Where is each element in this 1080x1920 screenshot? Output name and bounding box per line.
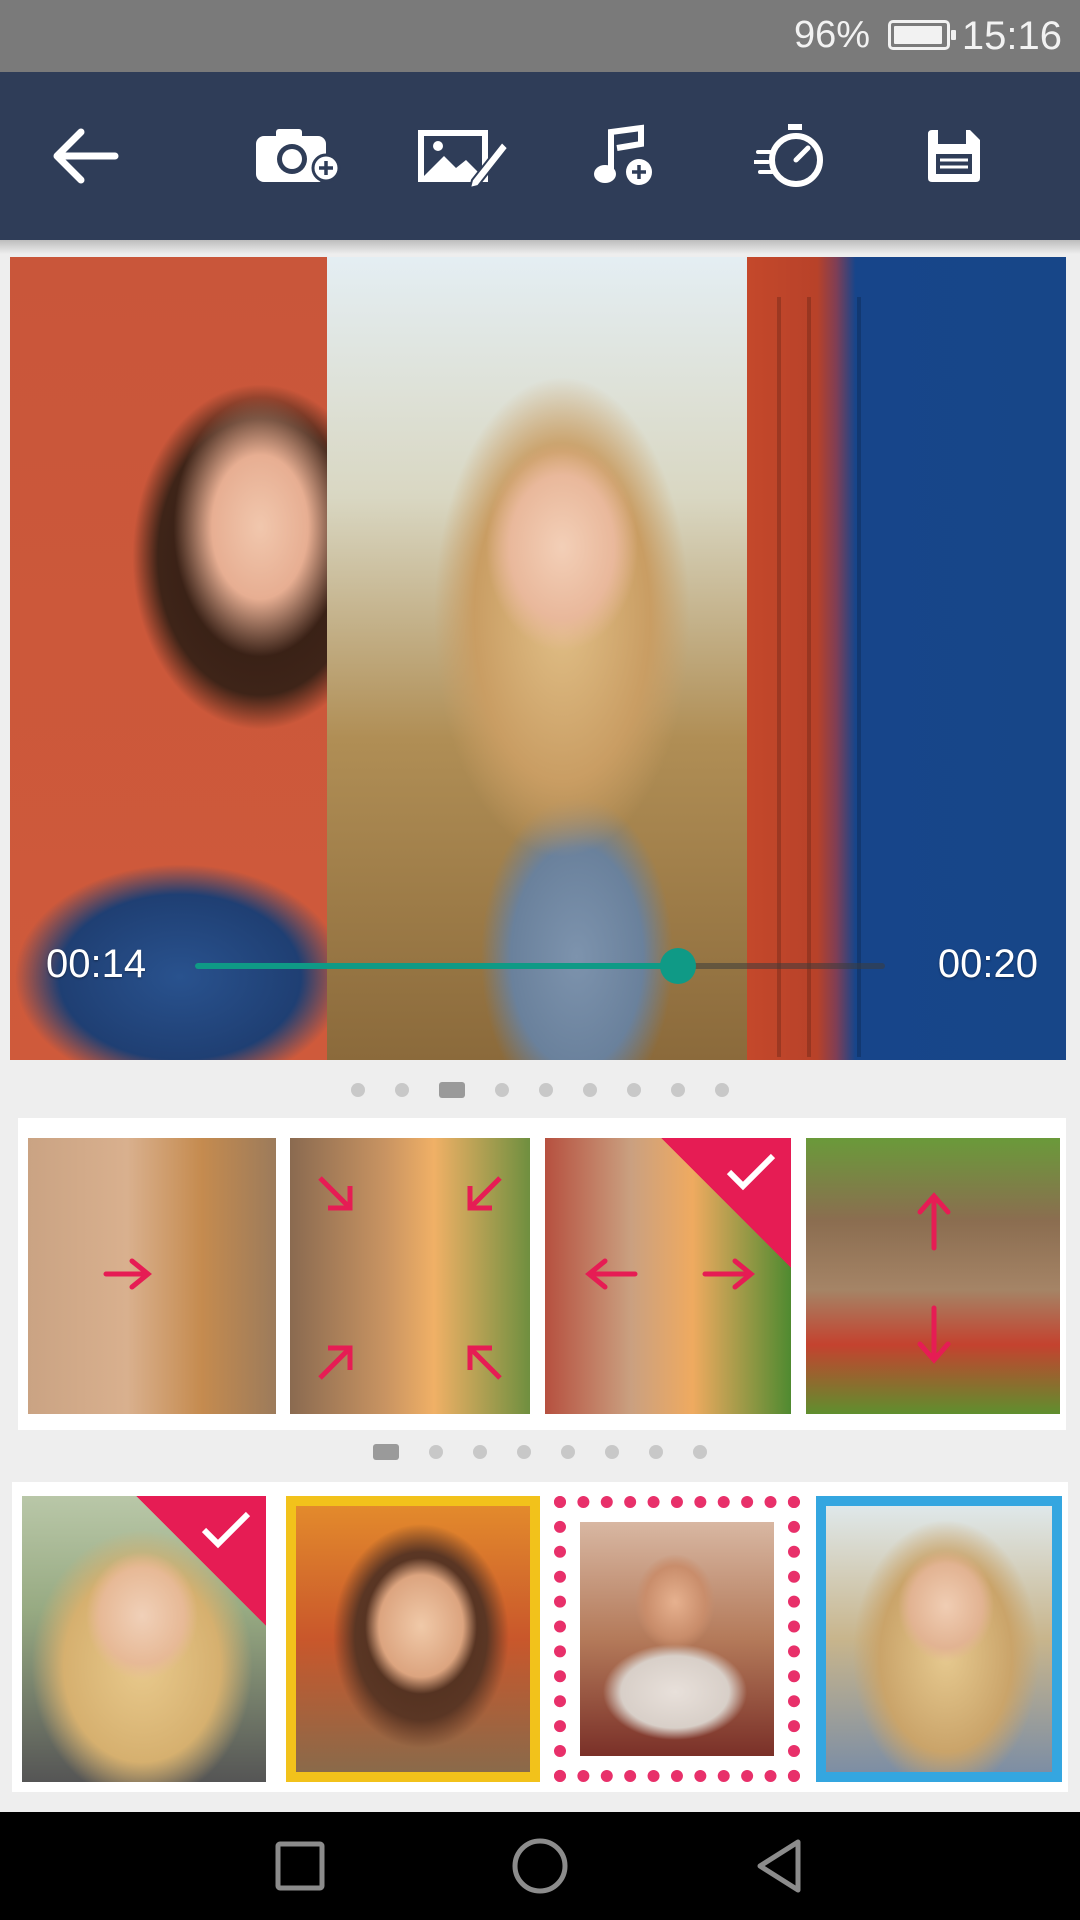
seek-bar[interactable] bbox=[195, 948, 885, 984]
transition-page-dot[interactable] bbox=[715, 1083, 729, 1097]
transition-page-indicator bbox=[0, 1082, 1080, 1098]
toolbar-shadow bbox=[0, 240, 1080, 254]
transition-page-dot[interactable] bbox=[627, 1083, 641, 1097]
preview-photo-right bbox=[747, 257, 1066, 1060]
current-time: 00:14 bbox=[46, 942, 147, 986]
door-line bbox=[777, 297, 781, 1057]
add-music-button[interactable] bbox=[572, 104, 676, 208]
transition-thumb-split[interactable] bbox=[545, 1138, 791, 1414]
edit-photos-button[interactable] bbox=[410, 104, 514, 208]
home-icon bbox=[512, 1838, 568, 1894]
frame-thumb-none[interactable] bbox=[22, 1496, 266, 1782]
frame-thumb-hearts[interactable] bbox=[554, 1496, 800, 1782]
arrows-inward-icon bbox=[318, 1176, 502, 1380]
frame-list bbox=[12, 1482, 1068, 1792]
home-button[interactable] bbox=[508, 1834, 572, 1898]
frame-page-dot[interactable] bbox=[561, 1445, 575, 1459]
camera-add-icon bbox=[256, 129, 341, 183]
transition-thumb-fade[interactable] bbox=[28, 1138, 276, 1414]
transition-thumb-vertical[interactable] bbox=[806, 1138, 1060, 1414]
frame-page-dot[interactable] bbox=[473, 1445, 487, 1459]
back-button[interactable] bbox=[32, 104, 136, 208]
status-bar: 96% 15:16 bbox=[0, 0, 1080, 72]
frame-page-dot[interactable] bbox=[649, 1445, 663, 1459]
transition-page-dot[interactable] bbox=[583, 1083, 597, 1097]
back-nav-button[interactable] bbox=[748, 1834, 812, 1898]
transition-page-dot[interactable] bbox=[539, 1083, 553, 1097]
preview-photo-left bbox=[10, 257, 327, 1060]
frame-page-dot[interactable] bbox=[429, 1445, 443, 1459]
checkmark-icon bbox=[726, 1153, 776, 1191]
door-line bbox=[857, 297, 861, 1057]
battery-level-fill bbox=[894, 26, 942, 44]
battery-icon bbox=[888, 20, 956, 50]
arrow-back-icon bbox=[53, 128, 119, 184]
status-time: 15:16 bbox=[961, 14, 1062, 58]
transition-page-dot[interactable] bbox=[495, 1083, 509, 1097]
arrows-vertical-icon bbox=[917, 1192, 951, 1364]
arrow-right-icon bbox=[103, 1258, 152, 1290]
toolbar bbox=[0, 72, 1080, 240]
frame-page-indicator bbox=[0, 1444, 1080, 1460]
duration-button[interactable] bbox=[740, 104, 844, 208]
transition-page-dot[interactable] bbox=[395, 1083, 409, 1097]
selected-badge bbox=[136, 1496, 266, 1626]
transition-page-dot[interactable] bbox=[671, 1083, 685, 1097]
music-add-icon bbox=[594, 124, 652, 185]
transition-page-dot[interactable] bbox=[351, 1083, 365, 1097]
transition-list bbox=[18, 1118, 1066, 1430]
frame-photo bbox=[580, 1522, 774, 1756]
speed-timer-icon bbox=[754, 124, 823, 187]
transition-thumb-collapse[interactable] bbox=[290, 1138, 530, 1414]
video-preview[interactable]: 00:14 00:20 bbox=[10, 257, 1066, 1060]
preview-photo-center bbox=[327, 257, 747, 1060]
door-line bbox=[807, 297, 811, 1057]
frame-page-dot[interactable] bbox=[517, 1445, 531, 1459]
save-icon bbox=[928, 130, 980, 182]
image-edit-icon bbox=[418, 130, 510, 188]
frame-page-dot-active[interactable] bbox=[373, 1444, 399, 1460]
frame-thumb-ice[interactable] bbox=[816, 1496, 1062, 1782]
total-time: 00:20 bbox=[937, 942, 1038, 986]
recent-apps-icon bbox=[275, 1841, 325, 1891]
frame-page-dot[interactable] bbox=[693, 1445, 707, 1459]
seek-thumb[interactable] bbox=[660, 948, 696, 984]
frame-thumb-flowers[interactable] bbox=[286, 1496, 540, 1782]
selected-badge bbox=[661, 1138, 791, 1268]
back-nav-icon bbox=[757, 1839, 801, 1893]
recent-apps-button[interactable] bbox=[268, 1834, 332, 1898]
battery-percentage: 96% bbox=[793, 14, 870, 56]
checkmark-icon bbox=[201, 1511, 251, 1549]
save-button[interactable] bbox=[902, 104, 1006, 208]
frame-page-dot[interactable] bbox=[605, 1445, 619, 1459]
seek-progress bbox=[195, 963, 678, 969]
transition-page-dot-active[interactable] bbox=[439, 1082, 465, 1098]
navigation-bar bbox=[0, 1812, 1080, 1920]
add-photo-button[interactable] bbox=[246, 104, 350, 208]
